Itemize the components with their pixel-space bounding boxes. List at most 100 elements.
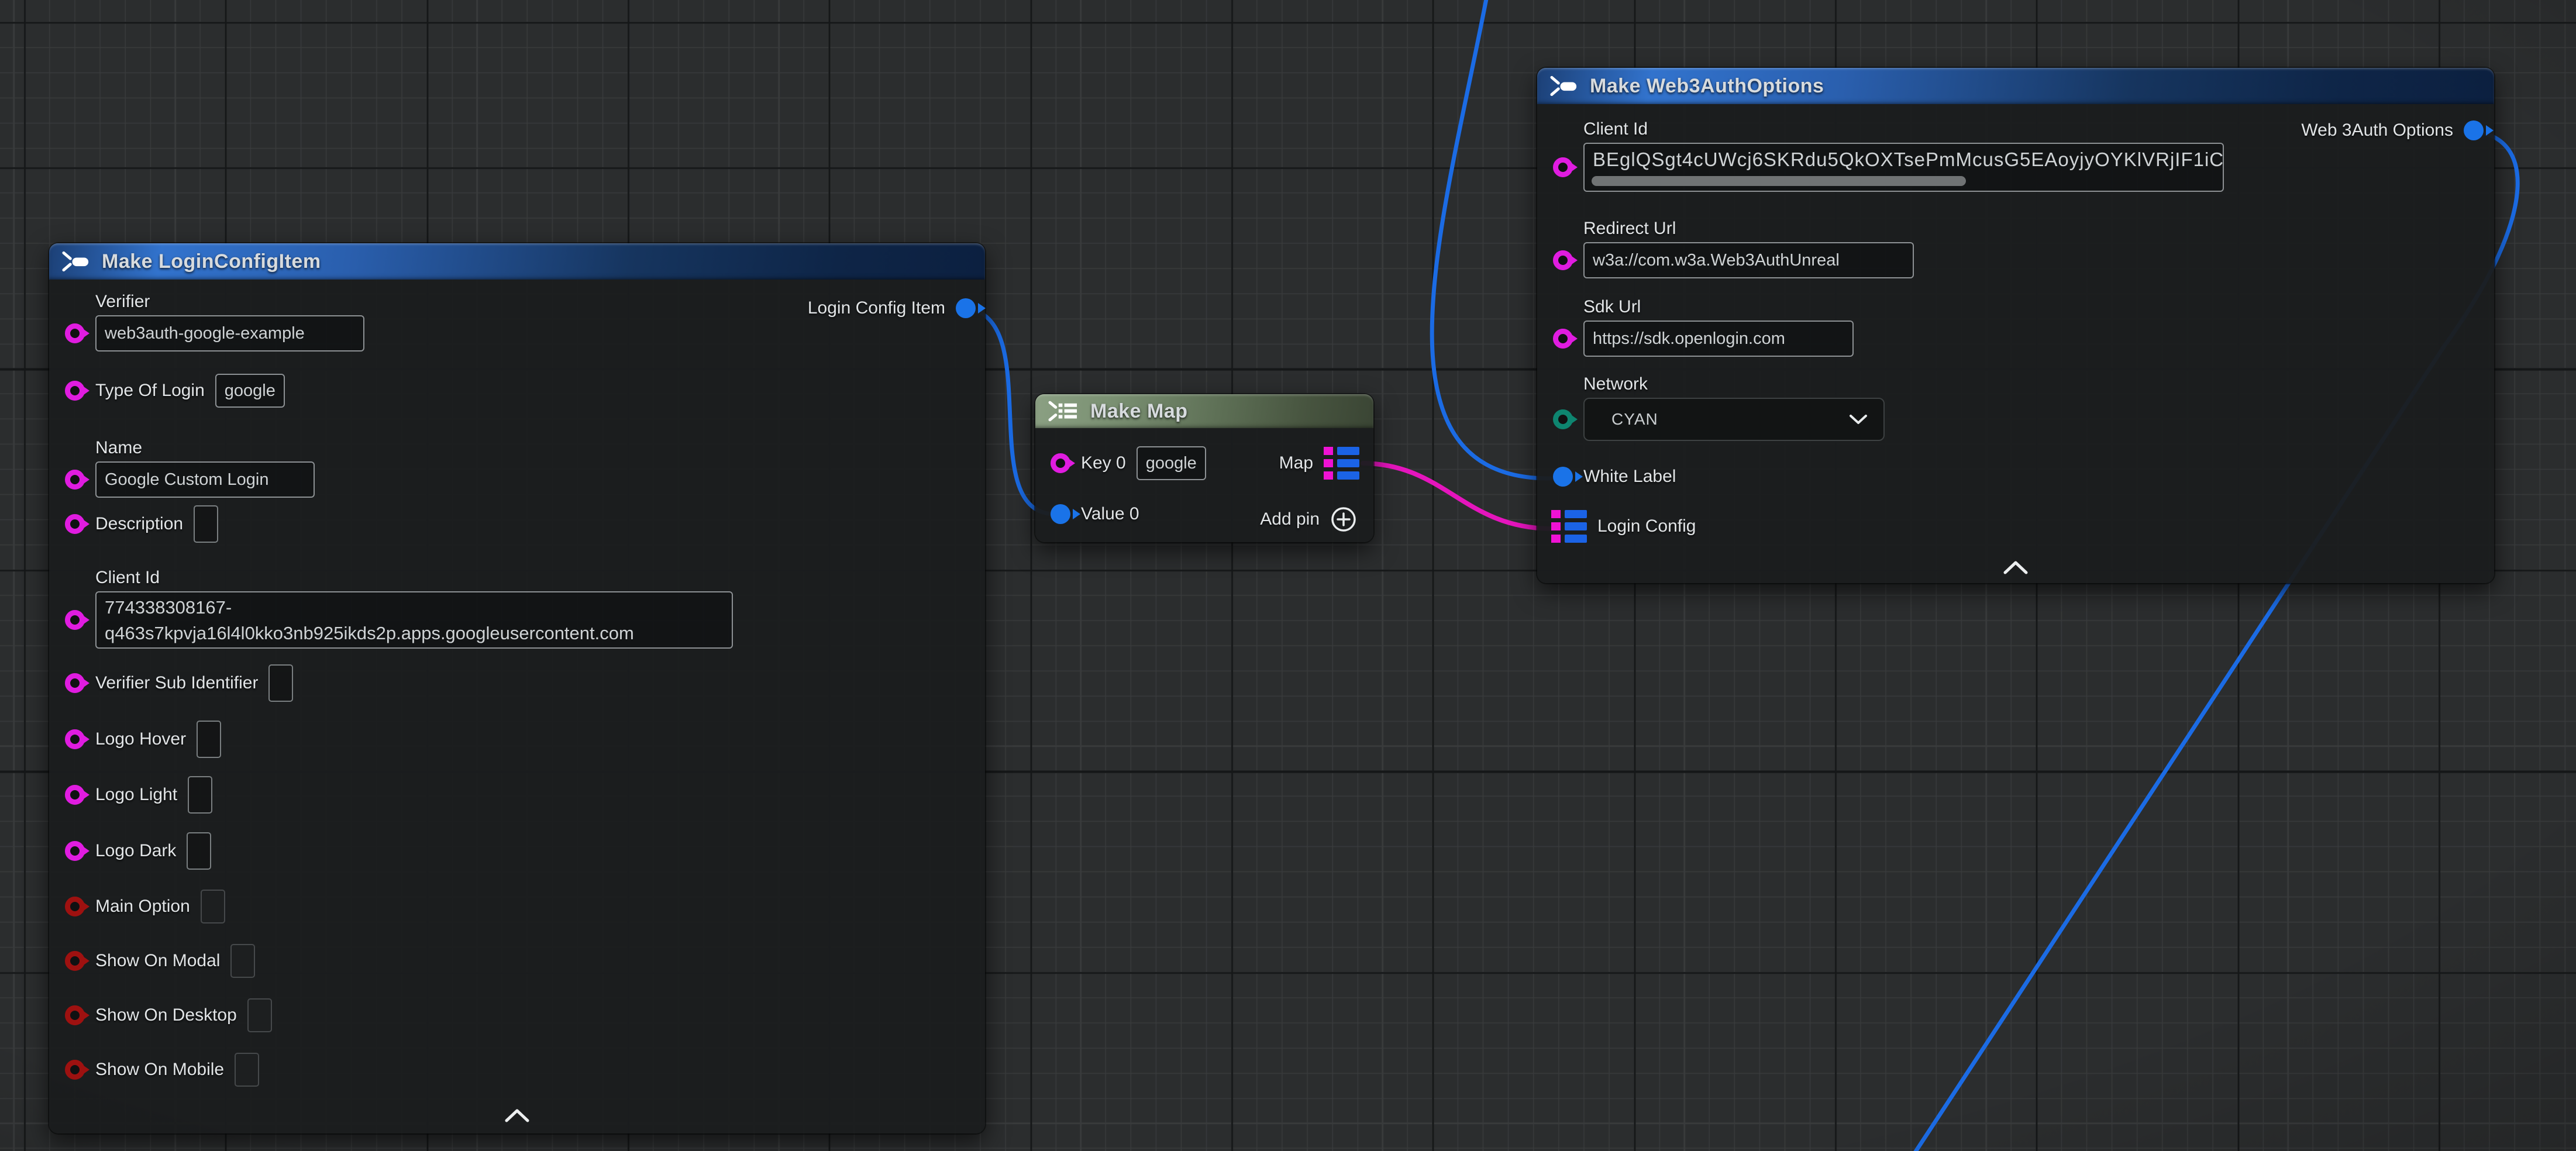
client-id-pin[interactable] [1553,157,1573,177]
logo-dark-pin[interactable] [65,841,85,861]
show-on-mobile-label: Show On Mobile [95,1059,224,1081]
value0-pin[interactable] [1051,504,1070,524]
output-pin-label: Web 3Auth Options [2301,119,2453,142]
show-on-desktop-row: Show On Desktop [65,997,272,1033]
node-make-web3authoptions[interactable]: Make Web3AuthOptions Web 3Auth Options C… [1537,68,2494,583]
verifier-input[interactable]: web3auth-google-example [95,315,364,351]
description-pin[interactable] [65,514,85,534]
sdk-url-pin[interactable] [1553,329,1573,349]
type-of-login-input[interactable]: google [215,374,285,408]
sdk-url-label: Sdk Url [1583,296,1854,318]
logo-hover-input[interactable] [197,721,221,758]
map-output-pin[interactable] [1324,447,1359,480]
type-of-login-pin[interactable] [65,381,85,401]
verifier-sub-identifier-pin[interactable] [65,673,85,693]
node-header[interactable]: Make Map [1035,394,1373,428]
key0-row: Key 0 google [1051,445,1206,481]
network-pin[interactable] [1553,409,1573,429]
make-struct-icon [1549,74,1579,98]
show-on-modal-row: Show On Modal [65,943,255,979]
redirect-url-label: Redirect Url [1583,218,1914,240]
redirect-url-row: Redirect Url w3a://com.w3a.Web3AuthUnrea… [1553,218,1914,278]
description-input[interactable] [194,505,218,543]
network-dropdown[interactable]: CYAN [1583,398,1885,441]
type-of-login-label: Type Of Login [95,380,205,402]
web3auth-options-output-pin[interactable] [2464,120,2484,140]
collapse-node-chevron-icon[interactable] [2003,560,2029,575]
description-row: Description [65,506,218,542]
verifier-sub-identifier-input[interactable] [268,664,293,702]
collapse-node-chevron-icon[interactable] [504,1108,530,1123]
white-label-pin[interactable] [1553,467,1573,487]
logo-light-input[interactable] [188,776,212,814]
login-config-item-output-pin[interactable] [956,298,976,318]
blueprint-canvas[interactable]: Make LoginConfigItem Login Config Item V… [0,0,2576,1151]
logo-dark-label: Logo Dark [95,840,176,862]
name-pin[interactable] [65,470,85,490]
node-title: Make Web3AuthOptions [1590,75,1824,98]
login-config-pin[interactable] [1551,510,1587,543]
client-id-row: Client Id BEglQSgt4cUWcj6SKRdu5QkOXTsePm… [1553,118,2224,192]
output-row-web3auth-options: Web 3Auth Options [2301,112,2484,149]
value0-label: Value 0 [1081,503,1139,525]
network-row: Network CYAN [1553,373,1885,441]
node-header[interactable]: Make Web3AuthOptions [1537,68,2494,104]
key0-pin[interactable] [1051,453,1070,473]
node-make-map[interactable]: Make Map Key 0 google Map Value 0 Add pi… [1035,394,1373,542]
login-config-label: Login Config [1597,515,1696,537]
show-on-mobile-pin[interactable] [65,1060,85,1080]
client-id-input[interactable]: BEglQSgt4cUWcj6SKRdu5QkOXTsePmMcusG5EAoy… [1583,143,2224,192]
name-label: Name [95,437,315,459]
show-on-modal-label: Show On Modal [95,950,220,972]
show-on-modal-checkbox[interactable] [230,944,255,978]
sdk-url-row: Sdk Url https://sdk.openlogin.com [1553,296,1854,357]
main-option-row: Main Option [65,888,225,925]
client-id-label: Client Id [1583,118,2224,140]
verifier-sub-identifier-label: Verifier Sub Identifier [95,672,258,694]
redirect-url-input[interactable]: w3a://com.w3a.Web3AuthUnreal [1583,242,1914,278]
key0-label: Key 0 [1081,452,1126,474]
verifier-pin[interactable] [65,323,85,343]
add-pin-plus-icon[interactable] [1330,506,1357,533]
value0-row: Value 0 [1051,496,1139,532]
show-on-mobile-row: Show On Mobile [65,1052,259,1088]
wire-top-to-whitelabel[interactable] [1432,0,1550,478]
white-label-row: White Label [1553,459,1676,495]
logo-light-row: Logo Light [65,777,212,813]
logo-hover-pin[interactable] [65,729,85,749]
field-horizontal-scrollbar[interactable] [1592,176,1966,186]
show-on-mobile-checkbox[interactable] [235,1053,259,1087]
output-pin-label: Login Config Item [808,297,945,319]
main-option-pin[interactable] [65,897,85,916]
main-option-checkbox[interactable] [201,890,225,923]
show-on-desktop-pin[interactable] [65,1005,85,1025]
map-output-label: Map [1279,452,1313,474]
redirect-url-pin[interactable] [1553,250,1573,270]
type-of-login-row: Type Of Login google [65,373,285,409]
logo-hover-row: Logo Hover [65,721,221,757]
wire-map-to-loginconfig[interactable] [1363,463,1551,529]
node-title: Make LoginConfigItem [102,250,321,273]
logo-light-pin[interactable] [65,785,85,805]
add-pin-label: Add pin [1260,508,1320,530]
show-on-desktop-checkbox[interactable] [247,998,272,1032]
key0-input[interactable]: google [1137,446,1206,480]
node-title: Make Map [1090,400,1188,423]
logo-dark-row: Logo Dark [65,833,211,869]
show-on-desktop-label: Show On Desktop [95,1004,237,1026]
name-input[interactable]: Google Custom Login [95,461,315,498]
show-on-modal-pin[interactable] [65,951,85,971]
make-struct-icon [61,250,91,273]
verifier-row: Verifier web3auth-google-example [65,291,364,351]
add-pin-row[interactable]: Add pin [1260,501,1357,537]
sdk-url-input[interactable]: https://sdk.openlogin.com [1583,321,1854,357]
login-config-row: Login Config [1551,508,1696,545]
node-header[interactable]: Make LoginConfigItem [49,243,985,280]
client-id-input[interactable]: 774338308167-q463s7kpvja16l4l0kko3nb925i… [95,591,733,649]
client-id-pin[interactable] [65,610,85,630]
verifier-sub-identifier-row: Verifier Sub Identifier [65,665,293,701]
logo-dark-input[interactable] [187,832,211,870]
node-make-loginconfigitem[interactable]: Make LoginConfigItem Login Config Item V… [49,243,985,1133]
output-row-login-config-item: Login Config Item [808,290,976,326]
client-id-label: Client Id [95,567,733,589]
